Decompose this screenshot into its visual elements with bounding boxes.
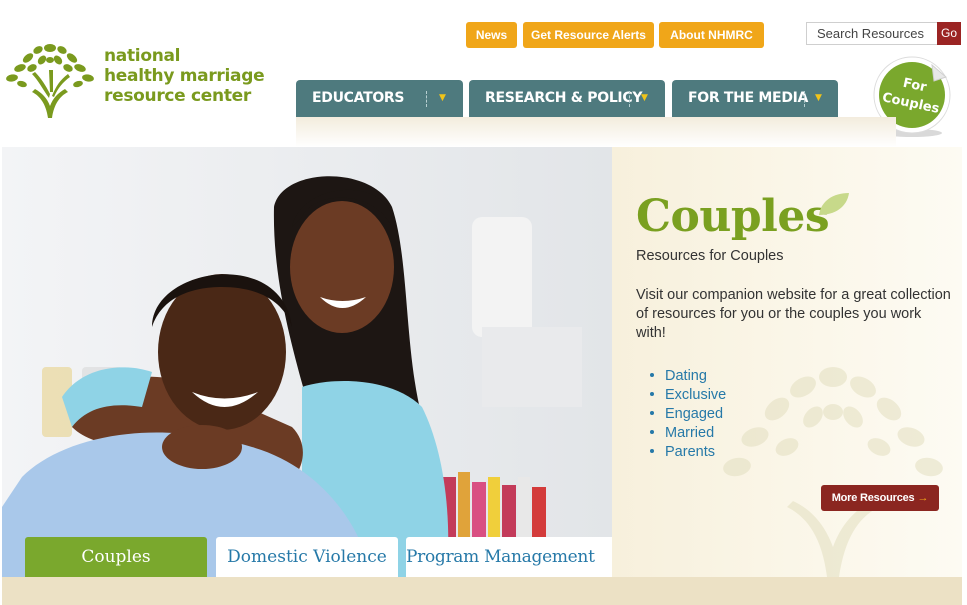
news-button[interactable]: News [466,22,517,48]
nav-divider [804,91,805,107]
link-dating[interactable]: Dating [650,367,726,386]
couples-info-panel: Couples Resources for Couples Visit our … [612,147,962,577]
tree-logo-icon [6,44,94,118]
hero-photo [2,147,612,577]
chevron-down-icon[interactable]: ▼ [439,80,446,117]
panel-subtitle: Resources for Couples [636,248,784,264]
link-label: Engaged [665,406,724,422]
chevron-down-icon[interactable]: ▼ [815,80,822,117]
couples-resource-links: Dating Exclusive Engaged Married Parents [650,367,726,462]
tab-couples[interactable]: Couples [25,537,207,577]
arrow-right-icon: → [917,492,929,504]
tab-domestic-violence[interactable]: Domestic Violence [216,537,398,577]
chevron-down-icon[interactable]: ▼ [641,80,648,117]
bullet-icon [650,448,654,453]
more-resources-label: More Resources [831,492,915,504]
link-label: Married [665,425,715,441]
link-married[interactable]: Married [650,424,726,443]
leaf-icon [819,193,849,215]
nav-research-policy[interactable]: RESEARCH & POLICY ▼ [469,80,665,117]
panel-title: Couples [636,191,830,242]
link-label: Parents [665,444,715,460]
nav-educators[interactable]: EDUCATORS ▼ [296,80,463,117]
link-label: Dating [665,368,707,384]
bullet-icon [650,372,654,377]
bottom-bar [2,577,962,605]
logo-wordmark: national healthy marriage resource cente… [104,46,265,106]
logo-line-1: national [104,46,181,66]
nav-divider [629,91,630,107]
tab-program-management[interactable]: Program Management [406,537,595,577]
nav-educators-label: EDUCATORS [312,90,405,106]
link-parents[interactable]: Parents [650,443,726,462]
link-engaged[interactable]: Engaged [650,405,726,424]
tree-watermark-icon [723,367,943,577]
link-label: Exclusive [665,387,727,403]
panel-description: Visit our companion website for a great … [636,287,951,341]
logo-line-3: resource center [104,86,251,106]
nav-research-label: RESEARCH & POLICY [485,90,643,106]
nav-divider [426,91,427,107]
logo-line-2: healthy marriage [104,66,265,86]
nav-media-label: FOR THE MEDIA [688,90,809,106]
nav-for-the-media[interactable]: FOR THE MEDIA ▼ [672,80,838,117]
site-logo[interactable]: national healthy marriage resource cente… [2,36,282,120]
bullet-icon [650,410,654,415]
header-shadow [296,117,896,147]
search-input[interactable]: Search Resources [806,22,937,45]
couple-photo-illustration [2,147,612,577]
search-go-button[interactable]: Go [937,22,961,45]
bullet-icon [650,391,654,396]
search-form: Search Resources Go [806,22,961,45]
more-resources-button[interactable]: More Resources → [821,485,939,511]
resource-alerts-button[interactable]: Get Resource Alerts [523,22,654,48]
link-exclusive[interactable]: Exclusive [650,386,726,405]
bullet-icon [650,429,654,434]
about-nhmrc-button[interactable]: About NHMRC [659,22,764,48]
